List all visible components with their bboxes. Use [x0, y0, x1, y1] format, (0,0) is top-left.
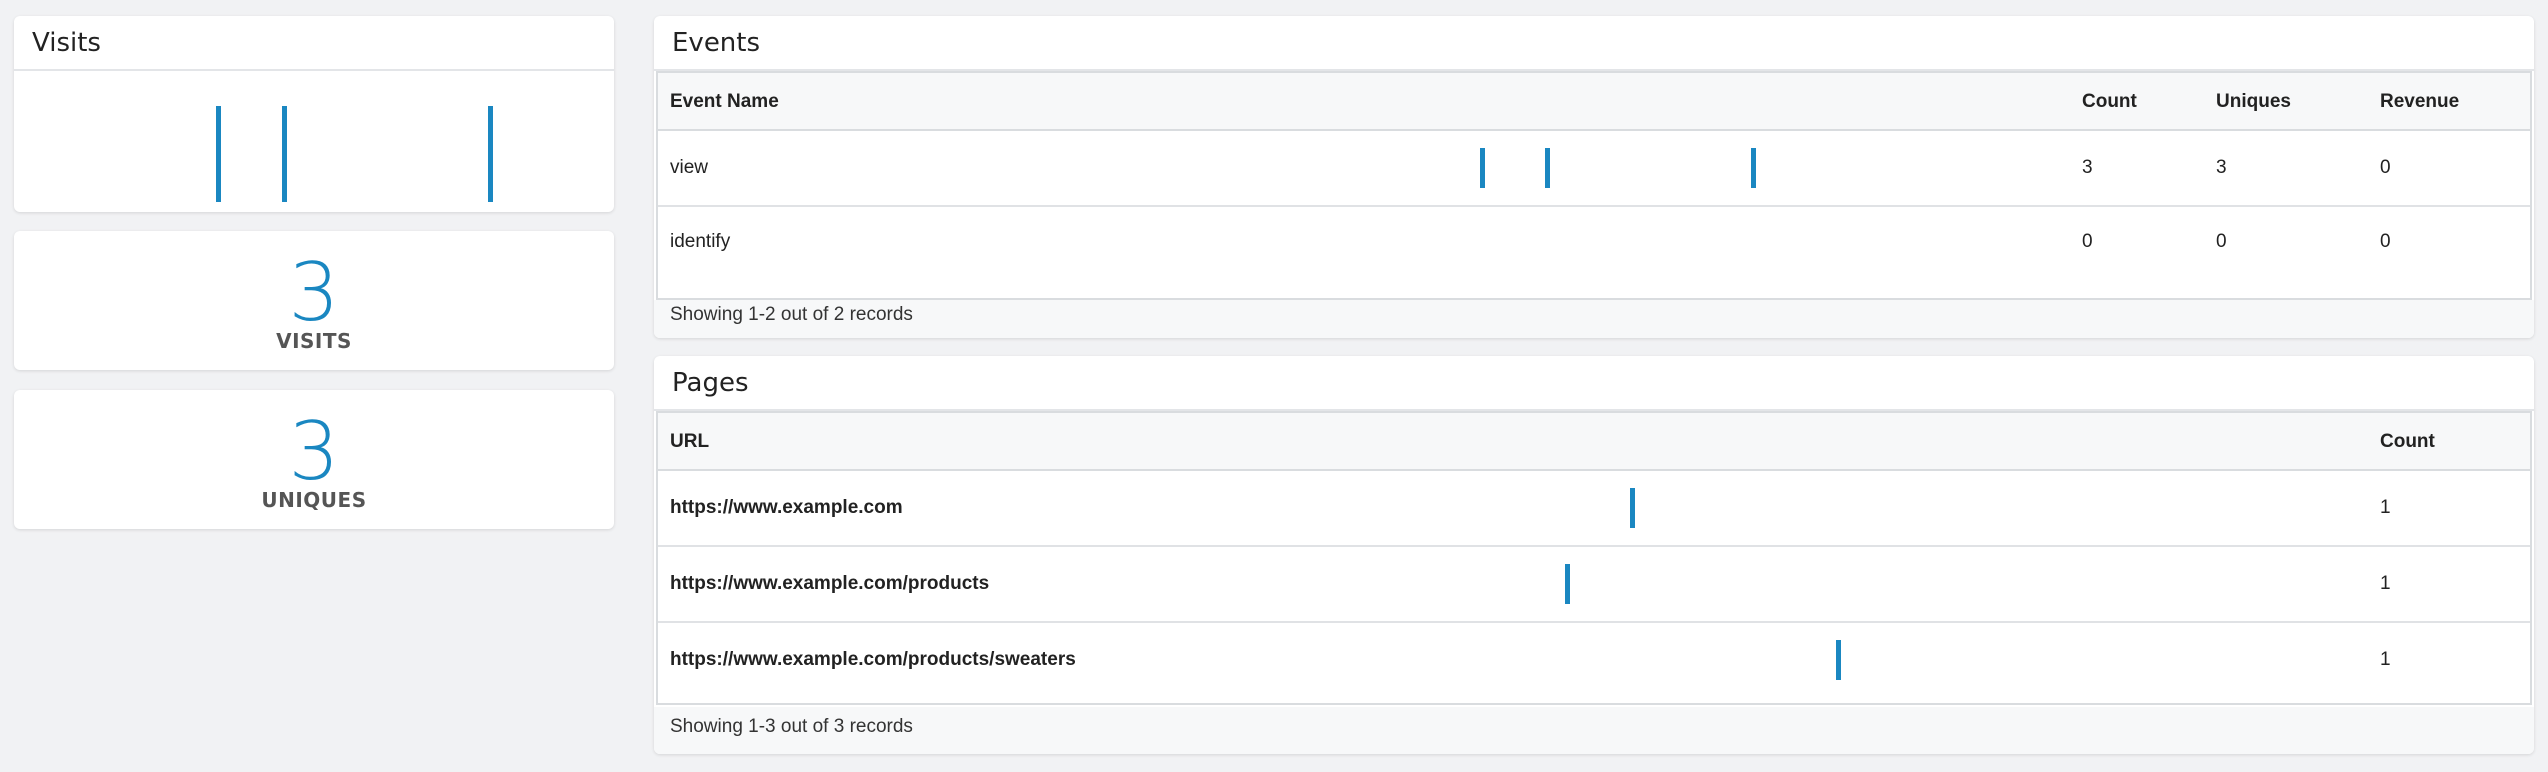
page-count: 1 [2380, 497, 2391, 518]
pages-panel: Pages URL Count https://www.example.com … [654, 356, 2534, 754]
pages-panel-title: Pages [654, 356, 2534, 411]
table-row[interactable]: view 3 3 0 [658, 131, 2530, 207]
event-uniques: 3 [2216, 157, 2227, 178]
page-url[interactable]: https://www.example.com/products/sweater… [670, 649, 1076, 671]
col-count[interactable]: Count [2082, 73, 2137, 131]
event-revenue: 0 [2380, 157, 2391, 178]
spark-tick [282, 106, 287, 202]
col-revenue[interactable]: Revenue [2380, 73, 2459, 131]
col-uniques[interactable]: Uniques [2216, 73, 2291, 131]
page-count: 1 [2380, 573, 2391, 594]
events-table-header: Event Name Count Uniques Revenue [658, 73, 2530, 131]
spark-tick [488, 106, 493, 202]
spark-tick [1480, 148, 1485, 188]
events-pagination-info: Showing 1-2 out of 2 records [654, 300, 2534, 338]
events-table: Event Name Count Uniques Revenue view 3 … [656, 71, 2532, 300]
spark-tick [1751, 148, 1756, 188]
visits-panel-title: Visits [14, 16, 614, 71]
page-count: 1 [2380, 649, 2391, 670]
pages-table-header: URL Count [658, 413, 2530, 471]
visits-count: 3 [288, 246, 340, 339]
table-row[interactable]: identify 0 0 0 [658, 207, 2530, 281]
visits-sparkline [14, 73, 614, 212]
event-count: 0 [2082, 231, 2093, 252]
event-revenue: 0 [2380, 231, 2391, 252]
col-url[interactable]: URL [670, 413, 709, 471]
page-url[interactable]: https://www.example.com/products [670, 573, 989, 595]
events-panel-title: Events [654, 16, 2534, 71]
spark-tick [1630, 488, 1635, 528]
col-event-name[interactable]: Event Name [670, 73, 779, 131]
spark-tick [1545, 148, 1550, 188]
visits-panel: Visits [14, 16, 614, 212]
event-name: identify [670, 231, 731, 252]
visits-metric-card: 3 VISITS [14, 231, 614, 370]
table-row[interactable]: https://www.example.com/products/sweater… [658, 623, 2530, 699]
spark-tick [1836, 640, 1841, 680]
table-row[interactable]: https://www.example.com/products 1 [658, 547, 2530, 623]
spark-tick [1565, 564, 1570, 604]
uniques-count: 3 [288, 405, 340, 498]
events-panel: Events Event Name Count Uniques Revenue … [654, 16, 2534, 338]
event-name: view [670, 157, 709, 178]
spark-tick [216, 106, 221, 202]
col-count[interactable]: Count [2380, 413, 2435, 471]
event-count: 3 [2082, 157, 2093, 178]
uniques-label: UNIQUES [261, 488, 367, 512]
visits-label: VISITS [276, 329, 352, 353]
pages-pagination-info: Showing 1-3 out of 3 records [654, 707, 2534, 754]
pages-table: URL Count https://www.example.com 1 http… [656, 411, 2532, 705]
page-url[interactable]: https://www.example.com [670, 497, 903, 519]
event-uniques: 0 [2216, 231, 2227, 252]
table-row[interactable]: https://www.example.com 1 [658, 471, 2530, 547]
uniques-metric-card: 3 UNIQUES [14, 390, 614, 529]
